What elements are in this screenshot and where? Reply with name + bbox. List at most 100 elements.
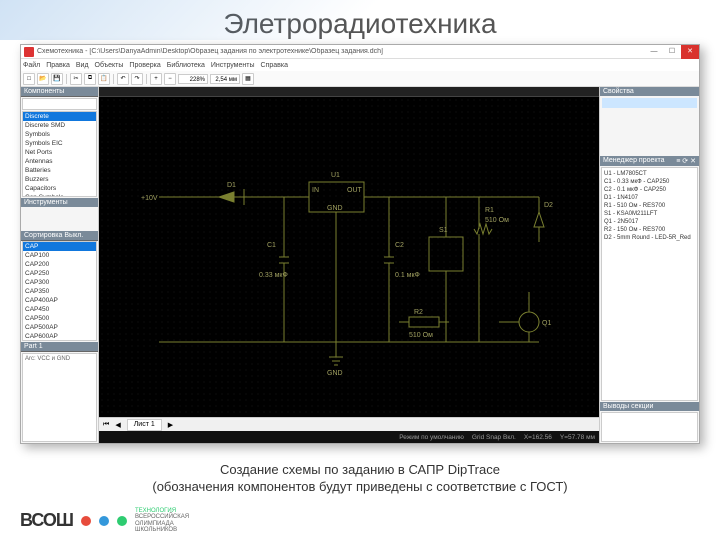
status-snap: Grid Snap Вкл. (472, 434, 516, 441)
group-item[interactable]: Con Symbols (23, 193, 96, 197)
grid-input[interactable]: 2,54 мм (210, 74, 240, 84)
svg-text:D1: D1 (227, 182, 236, 189)
properties-body[interactable] (600, 96, 699, 156)
pins-header: Выводы секции (600, 402, 699, 411)
cut-button[interactable]: ✂ (70, 73, 82, 85)
comp-item[interactable]: CAP (23, 242, 96, 251)
comp-item[interactable]: CAP500AP (23, 323, 96, 332)
component-preview: Arc: VCC и GND (22, 353, 97, 442)
group-item[interactable]: Discrete (23, 112, 96, 121)
comp-item[interactable]: CAP400AP (23, 296, 96, 305)
menu-view[interactable]: Вид (76, 62, 89, 69)
group-item[interactable]: Net Ports (23, 148, 96, 157)
svg-text:OUT: OUT (347, 187, 363, 194)
status-mode: Режим по умолчанию (399, 434, 464, 441)
project-item[interactable]: D2 - 5mm Round - LED-5R_Red (604, 234, 695, 242)
svg-text:GND: GND (327, 370, 343, 377)
menubar: Файл Правка Вид Объекты Проверка Библиот… (21, 59, 699, 71)
components-header: Компоненты (21, 87, 98, 97)
menu-objects[interactable]: Объекты (95, 62, 124, 69)
comp-item[interactable]: CAP200 (23, 260, 96, 269)
group-item[interactable]: Symbols EIC (23, 139, 96, 148)
save-button[interactable]: 💾 (51, 73, 63, 85)
project-toolbar[interactable]: ≡ ⟳ ✕ (676, 157, 696, 165)
menu-file[interactable]: Файл (23, 62, 40, 69)
project-item[interactable]: U1 - LM7805CT (604, 170, 695, 178)
comp-item[interactable]: CAP250 (23, 269, 96, 278)
comp-item[interactable]: CAP600AP (23, 332, 96, 341)
pins-body[interactable] (601, 412, 698, 442)
library-groups-list[interactable]: Discrete Discrete SMD Symbols Symbols EI… (22, 111, 97, 197)
svg-text:0.1 мкФ: 0.1 мкФ (395, 272, 420, 279)
property-row-selected[interactable] (602, 98, 697, 108)
group-item[interactable]: Antennas (23, 157, 96, 166)
menu-edit[interactable]: Правка (46, 62, 70, 69)
logo-dot-blue (99, 516, 109, 526)
new-button[interactable]: □ (23, 73, 35, 85)
instruments-header: Инструменты (21, 198, 98, 207)
project-manager-header: Менеджер проекта ≡ ⟳ ✕ (600, 156, 699, 166)
svg-text:C1: C1 (267, 242, 276, 249)
group-item[interactable]: Batteries (23, 166, 96, 175)
grid-button[interactable]: ▦ (242, 73, 254, 85)
svg-text:510 Ом: 510 Ом (485, 217, 509, 224)
project-tree[interactable]: U1 - LM7805CT C1 - 0.33 мкФ - CAP250 C2 … (601, 167, 698, 401)
minimize-button[interactable]: — (645, 45, 663, 59)
group-item[interactable]: Buzzers (23, 175, 96, 184)
canvas-area: +10V D1 U1 IN OUT GND C1 0.33 мкФ C2 0.1… (99, 87, 599, 443)
group-item[interactable]: Discrete SMD (23, 121, 96, 130)
zoom-in-button[interactable]: + (150, 73, 162, 85)
component-search[interactable] (22, 98, 97, 110)
part-header: Part 1 (21, 342, 98, 352)
svg-text:R1: R1 (485, 207, 494, 214)
copy-button[interactable]: ⧉ (84, 73, 96, 85)
redo-button[interactable]: ↷ (131, 73, 143, 85)
sort-header[interactable]: Сортировка Выкл. (21, 231, 98, 241)
project-item[interactable]: Q1 - 2N5017 (604, 218, 695, 226)
logo-subtitle: ТЕХНОЛОГИЯ ВСЕРОССИЙСКАЯ ОЛИМПИАДА ШКОЛЬ… (135, 508, 189, 534)
undo-button[interactable]: ↶ (117, 73, 129, 85)
menu-tools[interactable]: Инструменты (211, 62, 255, 69)
comp-item[interactable]: CAP100 (23, 251, 96, 260)
svg-text:R2: R2 (414, 309, 423, 316)
project-item[interactable]: R1 - 510 Ом - RES700 (604, 202, 695, 210)
svg-text:S1: S1 (439, 227, 448, 234)
svg-text:GND: GND (327, 205, 343, 212)
svg-text:D2: D2 (544, 202, 553, 209)
project-item[interactable]: C2 - 0.1 мкФ - CAP250 (604, 186, 695, 194)
group-item[interactable]: Capacitors (23, 184, 96, 193)
schematic-canvas[interactable]: +10V D1 U1 IN OUT GND C1 0.33 мкФ C2 0.1… (99, 97, 599, 417)
left-panel: Компоненты Discrete Discrete SMD Symbols… (21, 87, 99, 443)
svg-text:510 Ом: 510 Ом (409, 332, 433, 339)
zoom-out-button[interactable]: − (164, 73, 176, 85)
instruments-body[interactable] (21, 207, 98, 231)
maximize-button[interactable]: ☐ (663, 45, 681, 59)
project-item[interactable]: R2 - 150 Ом - RES700 (604, 226, 695, 234)
comp-item[interactable]: CAP300 (23, 278, 96, 287)
app-window: Схемотехника - [C:\Users\DanyaAdmin\Desk… (20, 44, 700, 444)
project-item[interactable]: D1 - 1N4107 (604, 194, 695, 202)
group-item[interactable]: Symbols (23, 130, 96, 139)
menu-check[interactable]: Проверка (129, 62, 160, 69)
svg-text:U1: U1 (331, 172, 340, 179)
menu-library[interactable]: Библиотека (167, 62, 205, 69)
logo: ВСОШ ТЕХНОЛОГИЯ ВСЕРОССИЙСКАЯ ОЛИМПИАДА … (20, 508, 189, 534)
components-list[interactable]: CAP CAP100 CAP200 CAP250 CAP300 CAP350 C… (22, 241, 97, 341)
logo-dot-green (117, 516, 127, 526)
comp-item[interactable]: CAP500 (23, 314, 96, 323)
menu-help[interactable]: Справка (261, 62, 288, 69)
window-title: Схемотехника - [C:\Users\DanyaAdmin\Desk… (37, 48, 645, 55)
comp-item[interactable]: CAP450 (23, 305, 96, 314)
statusbar: Режим по умолчанию Grid Snap Вкл. X=162.… (99, 431, 599, 443)
logo-text: ВСОШ (20, 510, 73, 531)
status-y: Y=57.78 мм (560, 434, 595, 441)
project-item[interactable]: C1 - 0.33 мкФ - CAP250 (604, 178, 695, 186)
paste-button[interactable]: 📋 (98, 73, 110, 85)
svg-text:IN: IN (312, 187, 319, 194)
titlebar: Схемотехника - [C:\Users\DanyaAdmin\Desk… (21, 45, 699, 59)
zoom-input[interactable]: 228% (178, 74, 208, 84)
close-button[interactable]: ✕ (681, 45, 699, 59)
open-button[interactable]: 📂 (37, 73, 49, 85)
comp-item[interactable]: CAP350 (23, 287, 96, 296)
project-item[interactable]: S1 - KSA0M211LFT (604, 210, 695, 218)
